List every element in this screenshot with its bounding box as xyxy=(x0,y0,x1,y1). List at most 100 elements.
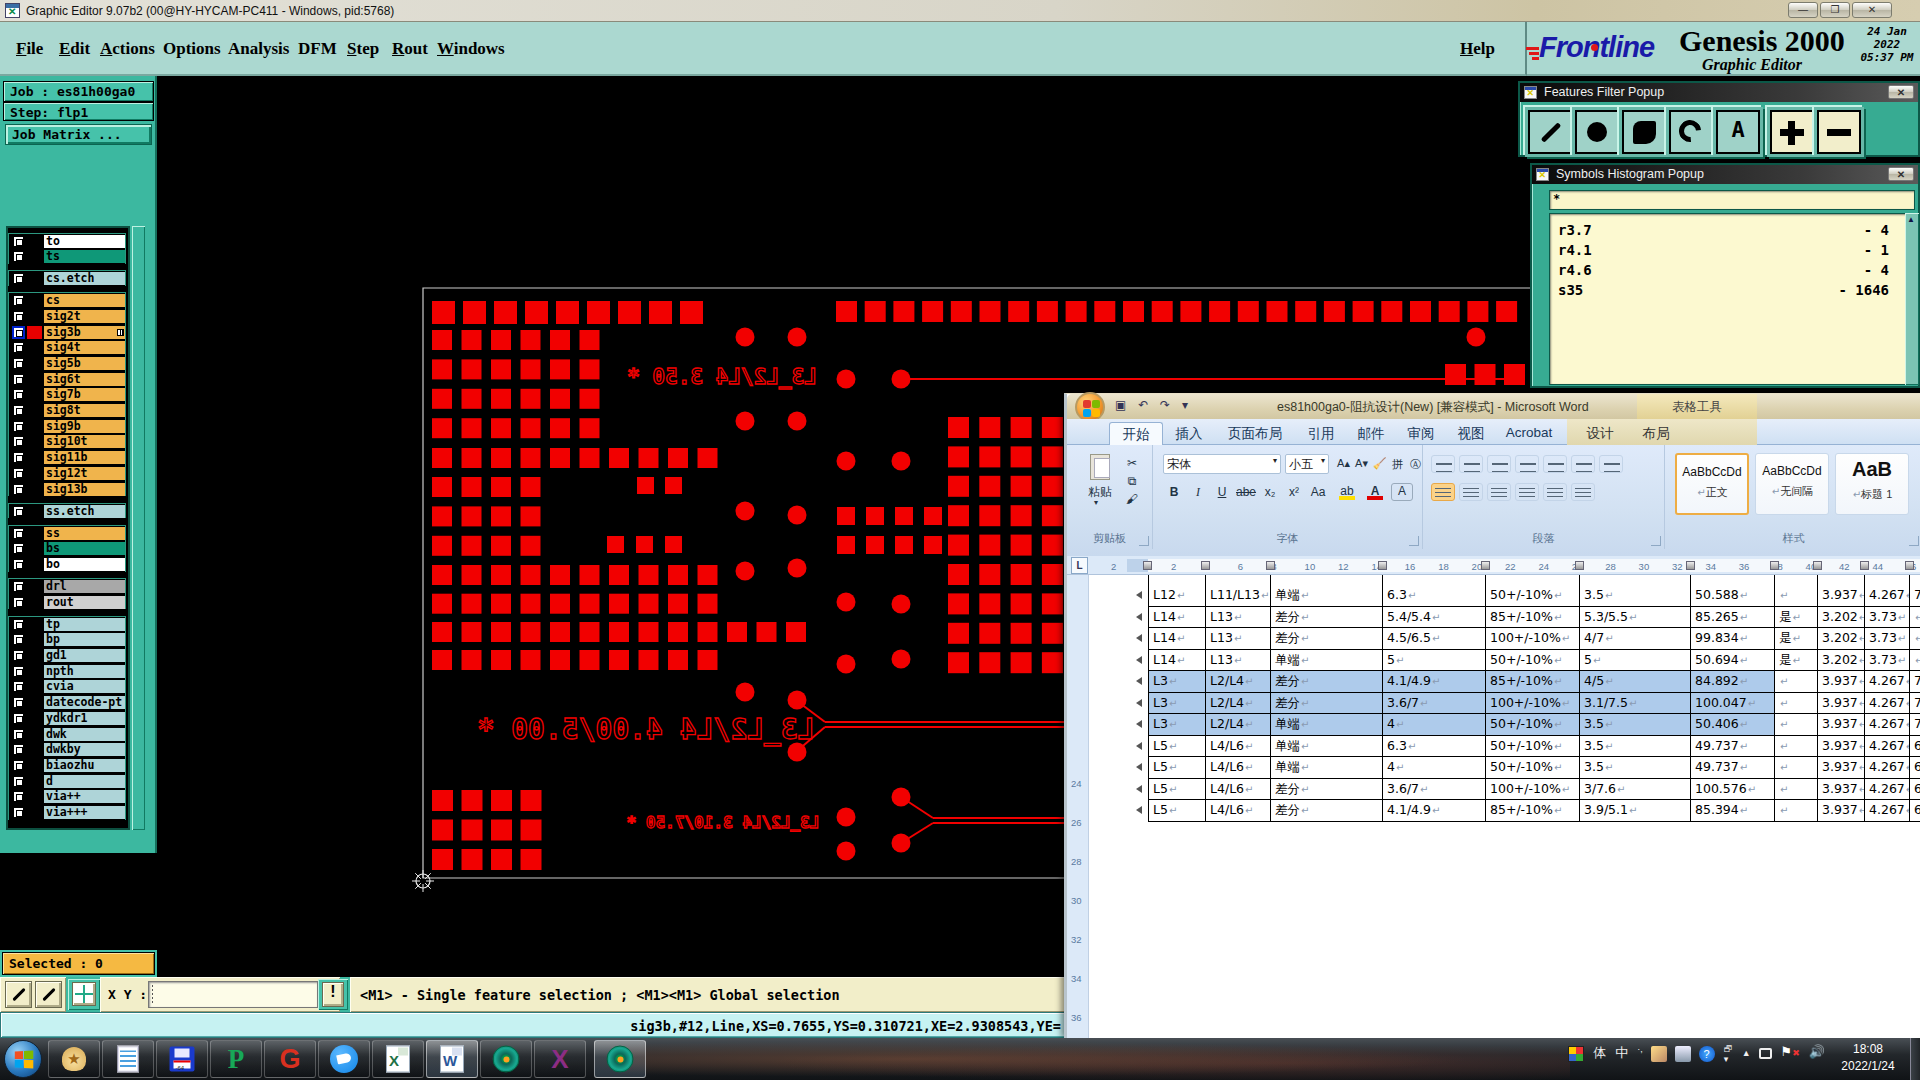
font-style-4[interactable]: x₂ xyxy=(1259,483,1281,501)
table-cell[interactable]: 是↵ xyxy=(1775,607,1818,629)
table-cell[interactable]: 6.↵ xyxy=(1910,736,1920,758)
layer-checkbox[interactable] xyxy=(12,790,25,803)
layer-row-sig11b[interactable]: sig11b xyxy=(9,451,125,465)
layer-row-rout[interactable]: rout xyxy=(9,596,125,610)
paragraph-tool-6[interactable] xyxy=(1599,455,1623,473)
table-cell[interactable]: L13↵ xyxy=(1206,607,1271,629)
table-cell[interactable]: L14↵ xyxy=(1148,628,1206,650)
layer-color-chip[interactable] xyxy=(27,596,42,609)
font-style-2[interactable]: U xyxy=(1211,483,1233,501)
menu-help[interactable]: Help xyxy=(1460,39,1495,59)
table-cell[interactable]: 5↵ xyxy=(1580,650,1691,672)
table-cell[interactable]: 85+/-10%↵ xyxy=(1486,800,1580,822)
layer-checkbox[interactable] xyxy=(12,527,25,540)
layer-checkbox[interactable] xyxy=(12,310,25,323)
layer-row-dwkby[interactable]: dwkby xyxy=(9,743,125,757)
table-cell[interactable]: 3.6/7↵ xyxy=(1383,693,1486,715)
table-cell[interactable]: 3.202↵ xyxy=(1818,628,1865,650)
menu-windows[interactable]: Windows xyxy=(437,39,505,59)
network-icon[interactable] xyxy=(1759,1048,1772,1059)
taskbar-word[interactable]: W xyxy=(426,1040,478,1078)
dialog-launcher-icon[interactable] xyxy=(1909,536,1919,546)
filter-popup-close[interactable]: ✕ xyxy=(1888,85,1914,99)
document-area[interactable]: L12↵L11/L13↵单端↵6.3↵50+/-10%↵3.5↵50.588↵↵… xyxy=(1089,575,1920,1039)
layer-row-to[interactable]: to xyxy=(9,235,125,249)
layer-name[interactable]: bp xyxy=(44,633,125,646)
paragraph-tool-2[interactable] xyxy=(1487,455,1511,473)
layer-checkbox[interactable] xyxy=(12,294,25,307)
layer-checkbox[interactable] xyxy=(12,467,25,480)
table-cell[interactable]: 3.937↵ xyxy=(1818,800,1865,822)
table-cell[interactable]: 3.5↵ xyxy=(1580,585,1691,607)
menu-rout[interactable]: Rout xyxy=(392,39,428,59)
table-row[interactable]: L3↵L2/L4↵差分↵3.6/7↵100+/-10%↵3.1/7.5↵100.… xyxy=(1148,693,1920,715)
align-tool-1[interactable] xyxy=(1459,483,1483,501)
font-name-select[interactable]: 宋体▾ xyxy=(1163,454,1281,474)
table-cell[interactable]: 100.576↵ xyxy=(1691,779,1775,801)
layer-color-chip[interactable] xyxy=(27,680,42,693)
histogram-popup-close[interactable]: ✕ xyxy=(1888,167,1914,181)
table-cell[interactable]: ↵ xyxy=(1775,800,1818,822)
quick-access-toolbar[interactable]: ▣ ↶ ↷ ▾ xyxy=(1115,398,1192,412)
layer-color-chip[interactable] xyxy=(27,665,42,678)
histogram-scrollbar[interactable] xyxy=(1905,213,1919,385)
layer-color-chip[interactable] xyxy=(27,633,42,646)
layer-checkbox[interactable] xyxy=(12,775,25,788)
table-cell[interactable]: 6.↵ xyxy=(1910,757,1920,779)
table-cell[interactable]: 4.1/4.9↵ xyxy=(1383,671,1486,693)
tab-2[interactable]: 页面布局 xyxy=(1215,422,1295,445)
word-titlebar[interactable]: ▣ ↶ ↷ ▾ es81h00ga0-阻抗设计(New) [兼容模式] - Mi… xyxy=(1067,394,1920,419)
layer-checkbox[interactable] xyxy=(12,388,25,401)
font-style-5[interactable]: x² xyxy=(1283,483,1305,501)
taskbar-shell[interactable]: ★ xyxy=(48,1040,100,1078)
table-cell[interactable]: 6.3↵ xyxy=(1383,736,1486,758)
tab-6[interactable]: 视图 xyxy=(1447,422,1495,445)
layer-checkbox[interactable] xyxy=(12,759,25,772)
histogram-filter-input[interactable]: * xyxy=(1549,190,1915,210)
table-cell[interactable]: 5.4/5.4↵ xyxy=(1383,607,1486,629)
volume-icon[interactable]: 🔊 xyxy=(1809,1044,1825,1059)
layer-checkbox[interactable] xyxy=(12,357,25,370)
table-cell[interactable]: 差分↵ xyxy=(1271,800,1383,822)
layer-color-chip[interactable] xyxy=(27,775,42,788)
dialog-launcher-icon[interactable] xyxy=(1651,536,1661,546)
layer-name[interactable]: npth xyxy=(44,665,125,678)
action-center-icon[interactable]: ⚑✖ xyxy=(1781,1044,1800,1059)
maximize-button[interactable]: ❐ xyxy=(1820,2,1850,18)
layer-row-ss.etch[interactable]: ss.etch xyxy=(9,505,125,519)
layer-row-npth[interactable]: npth xyxy=(9,665,125,679)
table-cell[interactable]: 7.↵ xyxy=(1910,693,1920,715)
font-size-select[interactable]: 小五▾ xyxy=(1285,454,1329,474)
layer-name[interactable]: cs.etch xyxy=(44,272,125,285)
layer-color-chip[interactable] xyxy=(27,527,42,540)
layer-name[interactable]: bs xyxy=(44,542,125,555)
layer-row-ydkdr1[interactable]: ydkdr1 xyxy=(9,712,125,726)
layer-checkbox[interactable] xyxy=(12,743,25,756)
layer-name[interactable]: sig13b xyxy=(44,483,125,496)
menu-dfm[interactable]: DFM xyxy=(298,39,337,59)
layer-row-biaozhu[interactable]: biaozhu xyxy=(9,759,125,773)
font-style-6[interactable]: Aa xyxy=(1307,483,1329,501)
table-cell[interactable]: ↵ xyxy=(1775,736,1818,758)
layer-row-cvia[interactable]: cvia xyxy=(9,680,125,694)
layer-color-chip[interactable] xyxy=(27,435,42,448)
table-row[interactable]: L14↵L13↵差分↵5.4/5.4↵85+/-10%↵5.3/5.5↵85.2… xyxy=(1148,607,1920,629)
filter-text-button[interactable]: A xyxy=(1716,110,1760,154)
layer-checkbox[interactable] xyxy=(12,404,25,417)
table-row[interactable]: L5↵L4/L6↵差分↵3.6/7↵100+/-10%↵3/7.6↵100.57… xyxy=(1148,779,1920,801)
filter-negative-button[interactable] xyxy=(1817,110,1861,154)
tray-window-icon[interactable]: 🗗▾ xyxy=(1724,1044,1733,1064)
layer-name[interactable]: to xyxy=(44,235,125,248)
tray-notebook-icon[interactable] xyxy=(1675,1046,1691,1062)
layer-color-chip[interactable] xyxy=(27,649,42,662)
copy-icon[interactable]: ⧉ xyxy=(1123,473,1141,487)
layer-checkbox[interactable] xyxy=(12,373,25,386)
layer-checkbox[interactable] xyxy=(12,235,25,248)
layer-name[interactable]: ss.etch xyxy=(44,505,125,518)
layer-list-scrollbar[interactable] xyxy=(132,226,145,830)
layer-checkbox[interactable] xyxy=(12,558,25,571)
layer-row-sig5b[interactable]: sig5b xyxy=(9,357,125,371)
layer-name[interactable]: sig8t xyxy=(44,404,125,417)
start-button[interactable] xyxy=(4,1040,42,1078)
table-cell[interactable]: 4.267↵ xyxy=(1865,693,1910,715)
